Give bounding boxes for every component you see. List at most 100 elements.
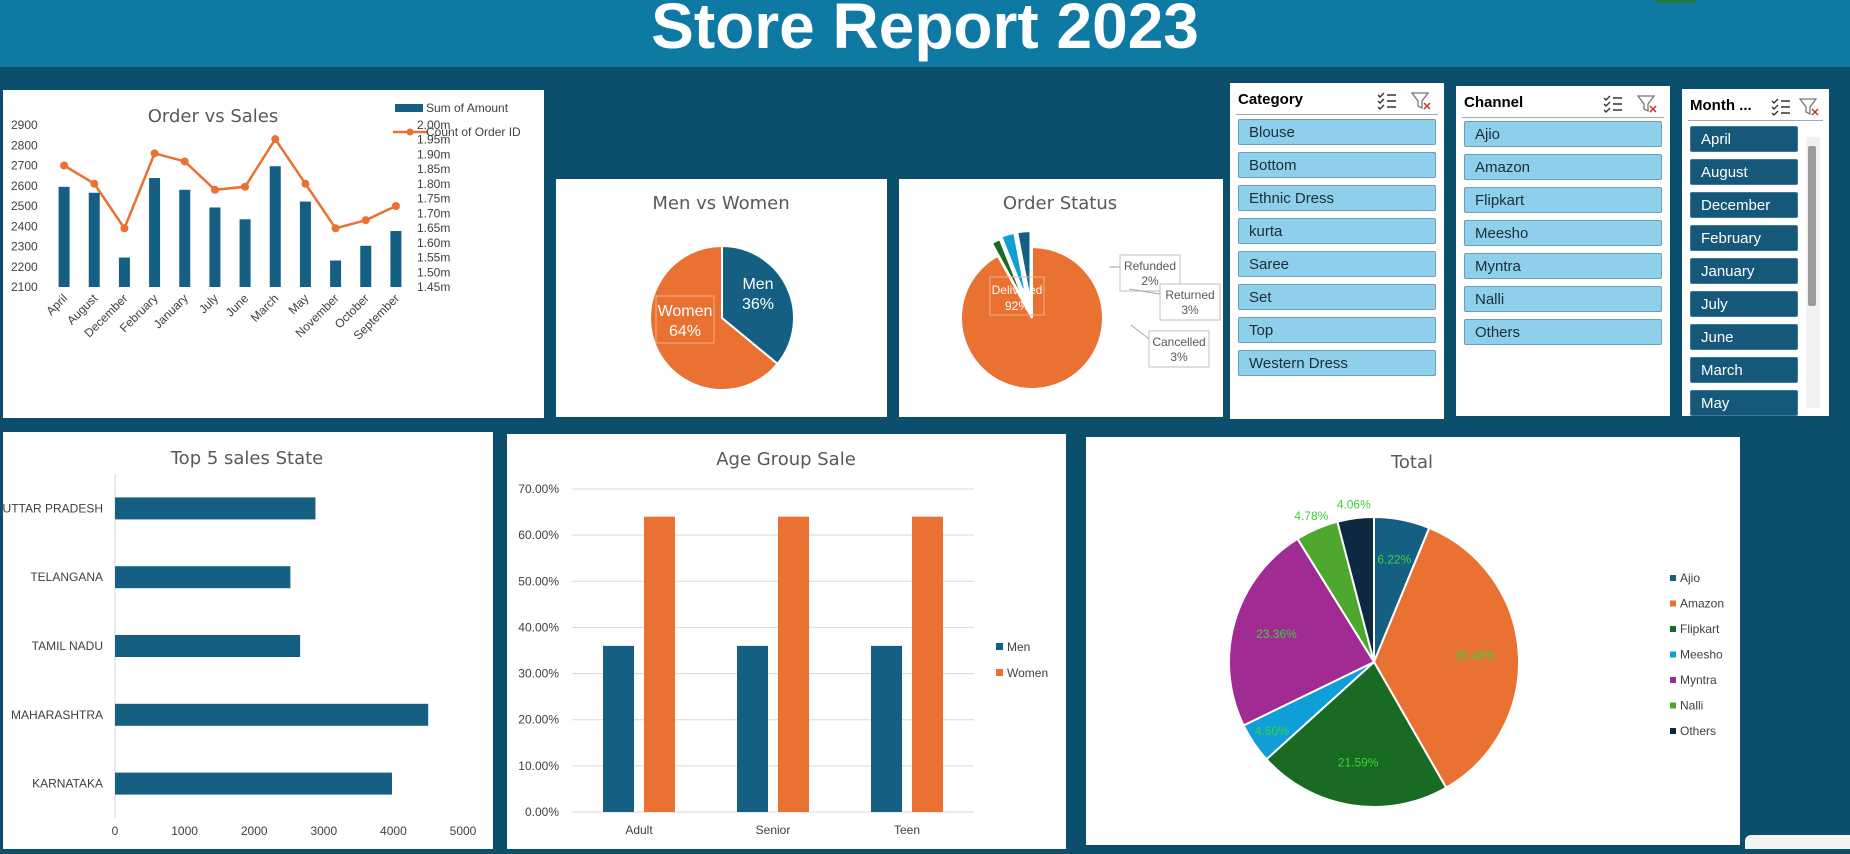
- data-label-cancelled: Cancelled: [1152, 335, 1205, 349]
- y2-tick-label: 1.60m: [417, 236, 450, 250]
- slicer-divider: [1462, 117, 1664, 118]
- month-item-july[interactable]: July: [1690, 291, 1798, 317]
- y-tick-label: 2500: [11, 199, 38, 213]
- month-item-june[interactable]: June: [1690, 324, 1798, 350]
- point-october: [361, 216, 370, 225]
- channel-item-others[interactable]: Others: [1464, 319, 1662, 345]
- x-tick-label: 0: [112, 824, 119, 838]
- month-item-february[interactable]: February: [1690, 225, 1798, 251]
- legend-swatch-flipkart: [1670, 626, 1676, 632]
- month-item-may[interactable]: May: [1690, 390, 1798, 416]
- total-chart: Total 6.22% 35.48% 21.59% 4.50% 23.36% 4.78% 4…: [1228, 452, 1724, 808]
- bar-senior-women: [778, 516, 809, 812]
- channel-item-flipkart[interactable]: Flipkart: [1464, 187, 1662, 213]
- y-tick-label: 40.00%: [518, 620, 559, 634]
- channel-item-meesho[interactable]: Meesho: [1464, 220, 1662, 246]
- y2-tick-label: 1.95m: [417, 133, 450, 147]
- top5-states-card[interactable]: Top 5 sales State UTTAR PRADESH TELANGANA…: [3, 432, 493, 849]
- bar-tamil-nadu: [115, 635, 301, 657]
- total-card[interactable]: Total 6.22% 35.48% 21.59% 4.50% 23.36% 4.78% 4…: [1086, 437, 1740, 845]
- bar-march: [269, 166, 281, 287]
- month-item-august[interactable]: August: [1690, 159, 1798, 185]
- y-tick-label: 2100: [11, 280, 38, 294]
- channel-item-nalli[interactable]: Nalli: [1464, 286, 1662, 312]
- category-item-ethnic-dress[interactable]: Ethnic Dress: [1238, 185, 1436, 211]
- bar-uttar-pradesh: [115, 497, 316, 520]
- legend-label-amazon: Amazon: [1680, 597, 1724, 611]
- x-tick-label: July: [196, 291, 221, 316]
- legend-label-nalli: Nalli: [1680, 699, 1703, 713]
- slice-delivered: [960, 245, 1104, 390]
- clear-filter-icon[interactable]: [1798, 96, 1820, 118]
- month-item-march[interactable]: March: [1690, 357, 1798, 383]
- men-vs-women-title: Men vs Women: [652, 193, 789, 214]
- bar-telangana: [115, 566, 291, 589]
- bar-april: [58, 186, 70, 287]
- x-tick-label: Adult: [625, 823, 653, 837]
- y-tick-label: KARNATAKA: [32, 777, 103, 791]
- y2-tick-label: 1.45m: [417, 280, 450, 294]
- channel-item-amazon[interactable]: Amazon: [1464, 154, 1662, 180]
- age-group-card[interactable]: Age Group Sale Men Women 0.00% 10.00% 20.0…: [507, 434, 1066, 849]
- category-item-top[interactable]: Top: [1238, 317, 1436, 343]
- bar-november: [330, 260, 342, 287]
- age-group-chart: Age Group Sale Men Women 0.00% 10.00% 20.0…: [518, 449, 1048, 837]
- y-tick-label: 2400: [11, 219, 38, 233]
- leader-line-cancelled: [1130, 324, 1150, 340]
- x-tick-label: Senior: [756, 823, 791, 837]
- bar-adult-men: [603, 645, 634, 812]
- order-vs-sales-card[interactable]: Order vs Sales Sum of Amount Count of Or…: [3, 90, 544, 418]
- month-item-december[interactable]: December: [1690, 192, 1798, 218]
- point-june: [241, 182, 250, 191]
- order-status-card[interactable]: Order Status Delivered 92% Refunded 2% Retur…: [899, 179, 1223, 417]
- y-tick-label: MAHARASHTRA: [11, 708, 103, 722]
- month-slicer-scroll-thumb[interactable]: [1808, 146, 1816, 306]
- multi-select-icon[interactable]: [1602, 93, 1624, 115]
- x-tick-label: 2000: [241, 824, 268, 838]
- men-vs-women-card[interactable]: Men vs Women Men 36% Women 64%: [556, 179, 887, 417]
- multi-select-icon[interactable]: [1770, 96, 1792, 118]
- legend-swatch-amount: [395, 104, 423, 112]
- clear-filter-icon[interactable]: [1636, 93, 1658, 115]
- bar-june: [239, 219, 251, 287]
- month-item-january[interactable]: January: [1690, 258, 1798, 284]
- clear-filter-icon[interactable]: [1410, 90, 1432, 112]
- top5-states-title: Top 5 sales State: [170, 448, 324, 469]
- data-label-returned: Returned: [1165, 288, 1214, 302]
- slicer-divider: [1236, 114, 1438, 115]
- category-item-bottom[interactable]: Bottom: [1238, 152, 1436, 178]
- category-slicer-title: Category: [1238, 91, 1304, 108]
- bar-karnataka: [115, 772, 393, 795]
- category-item-blouse[interactable]: Blouse: [1238, 119, 1436, 145]
- data-label-men-pct: 36%: [742, 296, 774, 313]
- data-label-delivered: Delivered: [992, 283, 1043, 297]
- legend-label-myntra: Myntra: [1680, 673, 1717, 687]
- month-item-april[interactable]: April: [1690, 126, 1798, 152]
- legend-marker-orders: [406, 128, 414, 136]
- legend-label-others: Others: [1680, 724, 1716, 738]
- channel-item-myntra[interactable]: Myntra: [1464, 253, 1662, 279]
- point-december: [120, 224, 129, 233]
- point-september: [391, 202, 400, 210]
- point-may: [301, 179, 310, 188]
- legend-swatch-others: [1670, 728, 1676, 734]
- x-tick-label: 5000: [450, 824, 477, 838]
- y2-tick-label: 1.55m: [417, 251, 450, 265]
- legend-swatch-nalli: [1670, 702, 1676, 709]
- bar-september: [390, 231, 402, 287]
- bar-october: [360, 245, 372, 287]
- y-tick-label: 0.00%: [525, 805, 559, 819]
- x-tick-label: May: [286, 291, 312, 317]
- men-vs-women-chart: Men vs Women Men 36% Women 64%: [649, 193, 795, 391]
- x-tick-label: April: [43, 291, 70, 318]
- bar-january: [179, 189, 191, 287]
- category-item-saree[interactable]: Saree: [1238, 251, 1436, 277]
- channel-item-ajio[interactable]: Ajio: [1464, 121, 1662, 147]
- category-item-western-dress[interactable]: Western Dress: [1238, 350, 1436, 376]
- category-item-set[interactable]: Set: [1238, 284, 1436, 310]
- category-item-kurta[interactable]: kurta: [1238, 218, 1436, 244]
- multi-select-icon[interactable]: [1376, 90, 1398, 112]
- y-tick-label: 10.00%: [518, 759, 559, 773]
- y-tick-label: TAMIL NADU: [32, 639, 103, 653]
- y-tick-label: 2700: [11, 159, 38, 173]
